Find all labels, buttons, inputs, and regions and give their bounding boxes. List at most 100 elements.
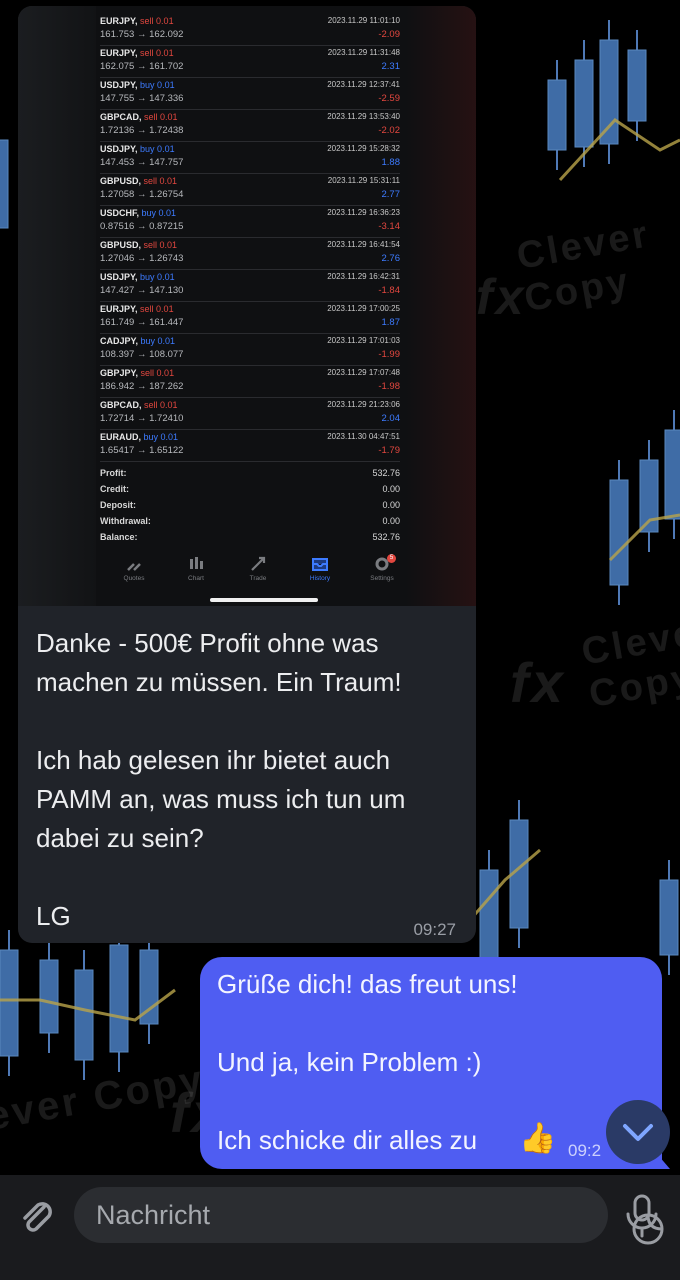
trade-time: 2023.11.29 12:37:41 — [327, 80, 400, 89]
trade-prices: 1.72136 → 1.72438 — [100, 125, 184, 136]
summary-label: Credit: — [100, 484, 129, 494]
trade-prices: 162.075 → 161.702 — [100, 61, 184, 72]
trade-row: EURJPY, sell 0.01 161.749 → 161.447 2023.1… — [100, 304, 400, 336]
summary-row: Balance: 532.76 — [100, 532, 400, 548]
trade-history-screenshot[interactable]: EURJPY, sell 0.01 161.753 → 162.092 2023.1… — [96, 6, 476, 606]
summary-row: Withdrawal: 0.00 — [100, 516, 400, 532]
trade-profit: -1.79 — [378, 445, 400, 456]
trade-prices: 186.942 → 187.262 — [100, 381, 184, 392]
trade-time: 2023.11.29 13:53:40 — [327, 112, 400, 121]
trade-profit: -2.09 — [378, 29, 400, 40]
trade-side: buy 0.01 — [140, 80, 175, 90]
trade-profit: -2.59 — [378, 93, 400, 104]
thumbs-up-emoji: 👍 — [519, 1122, 557, 1155]
notification-badge: 5 — [387, 554, 396, 563]
wallpaper-candle — [664, 429, 680, 520]
account-summary: Profit: 532.76 Credit: 0.00 Deposit: 0.00 With… — [100, 468, 400, 548]
attach-button[interactable] — [16, 1195, 58, 1237]
outgoing-message[interactable]: Grüße dich! das freut uns! Und ja, kein … — [200, 957, 670, 1169]
tab-label: Trade — [249, 575, 267, 582]
wallpaper-candle — [39, 959, 59, 1034]
row-divider — [100, 461, 400, 462]
trade-profit: -1.99 — [378, 349, 400, 360]
trade-side: buy 0.01 — [141, 208, 177, 218]
screenshot-glow — [406, 6, 476, 606]
trade-time: 2023.11.29 15:28:32 — [327, 144, 400, 153]
trade-row: GBPCAD, sell 0.01 1.72136 → 1.72438 2023.1… — [100, 112, 400, 144]
row-divider — [100, 77, 400, 78]
trade-prices: 1.72714 → 1.72410 — [100, 413, 184, 424]
watermark-fx: fx — [476, 269, 527, 325]
trade-row: EURAUD, buy 0.01 1.65417 → 1.65122 2023.11… — [100, 432, 400, 464]
trade-row: USDJPY, buy 0.01 147.755 → 147.336 2023.11… — [100, 80, 400, 112]
incoming-message-text: Danke - 500€ Profit ohne was machen zu m… — [36, 628, 406, 931]
message-input[interactable]: Nachricht — [74, 1187, 664, 1245]
trade-profit: 2.77 — [381, 189, 401, 200]
row-divider — [100, 397, 400, 398]
trade-profit: 1.88 — [381, 157, 401, 168]
summary-value: 0.00 — [382, 500, 400, 510]
voice-message-button[interactable] — [622, 1193, 662, 1239]
tab-settings[interactable]: Settings 5 — [354, 551, 410, 582]
trade-side: sell 0.01 — [140, 304, 174, 314]
trade-symbol: EURJPY, sell 0.01 — [100, 48, 174, 58]
wallpaper-candle — [609, 479, 629, 586]
app-tab-bar: Quotes Chart Trade History Settings 5 — [96, 551, 396, 591]
wallpaper-candle — [547, 79, 567, 151]
tab-label: Settings — [370, 575, 394, 582]
tab-label: Quotes — [123, 575, 145, 582]
trade-list: EURJPY, sell 0.01 161.753 → 162.092 2023.1… — [100, 16, 400, 464]
trade-time: 2023.11.29 17:00:25 — [327, 304, 400, 313]
tab-quotes[interactable]: Quotes — [106, 551, 162, 582]
trade-symbol: GBPCAD, sell 0.01 — [100, 400, 178, 410]
trade-row: USDJPY, buy 0.01 147.427 → 147.130 2023.11… — [100, 272, 400, 304]
incoming-message[interactable]: EURJPY, sell 0.01 161.753 → 162.092 2023.1… — [18, 6, 476, 943]
trade-row: CADJPY, buy 0.01 108.397 → 108.077 2023.11… — [100, 336, 400, 368]
summary-label: Withdrawal: — [100, 516, 151, 526]
row-divider — [100, 301, 400, 302]
tab-trade[interactable]: Trade — [230, 551, 286, 582]
trade-side: buy 0.01 — [140, 144, 175, 154]
trade-symbol: USDJPY, buy 0.01 — [100, 144, 175, 154]
trade-profit: 2.04 — [381, 413, 401, 424]
wallpaper-candle — [627, 49, 647, 122]
trade-profit: -1.84 — [378, 285, 400, 296]
home-indicator — [210, 598, 318, 602]
wallpaper-candle — [574, 59, 594, 148]
row-divider — [100, 45, 400, 46]
trade-symbol: GBPUSD, sell 0.01 — [100, 240, 178, 250]
row-divider — [100, 269, 400, 270]
trade-row: GBPUSD, sell 0.01 1.27046 → 1.26743 2023.1… — [100, 240, 400, 272]
wallpaper-candle — [0, 139, 9, 229]
trade-time: 2023.11.29 15:31:11 — [327, 176, 400, 185]
summary-label: Profit: — [100, 468, 127, 478]
trade-row: USDCHF, buy 0.01 0.87516 → 0.87215 2023.11… — [100, 208, 400, 240]
row-divider — [100, 333, 400, 334]
trade-time: 2023.11.29 16:36:23 — [327, 208, 400, 217]
row-divider — [100, 365, 400, 366]
trade-prices: 161.749 → 161.447 — [100, 317, 184, 328]
message-composer: Nachricht — [0, 1175, 680, 1280]
wallpaper-candle — [74, 969, 94, 1061]
trade-profit: 1.87 — [381, 317, 401, 328]
trade-profit: 2.76 — [381, 253, 401, 264]
tab-chart[interactable]: Chart — [168, 551, 224, 582]
trade-profit: -2.02 — [378, 125, 400, 136]
trade-profit: -3.14 — [378, 221, 400, 232]
trade-row: EURJPY, sell 0.01 162.075 → 161.702 2023.1… — [100, 48, 400, 80]
trade-prices: 161.753 → 162.092 — [100, 29, 184, 40]
trade-side: sell 0.01 — [140, 368, 175, 378]
tab-history[interactable]: History — [292, 551, 348, 582]
message-input-placeholder: Nachricht — [96, 1200, 211, 1230]
summary-label: Deposit: — [100, 500, 136, 510]
trade-symbol: EURJPY, sell 0.01 — [100, 16, 174, 26]
trade-time: 2023.11.29 21:23:06 — [327, 400, 400, 409]
scroll-to-bottom-button[interactable] — [606, 1100, 670, 1164]
incoming-message-time: 09:27 — [413, 920, 456, 939]
row-divider — [100, 109, 400, 110]
trade-prices: 1.65417 → 1.65122 — [100, 445, 184, 456]
outgoing-message-time: 09:2 — [568, 1141, 602, 1160]
trade-symbol: CADJPY, buy 0.01 — [100, 336, 176, 346]
trade-symbol: EURAUD, buy 0.01 — [100, 432, 179, 442]
trade-prices: 108.397 → 108.077 — [100, 349, 184, 360]
